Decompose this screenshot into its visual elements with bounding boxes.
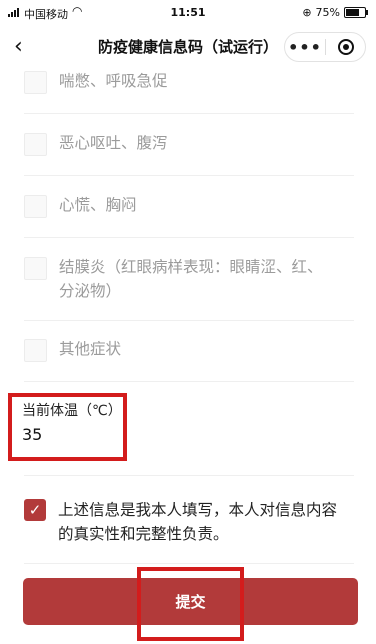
symptom-label: 心慌、胸闷 [59,196,137,214]
checkbox-unchecked[interactable] [24,257,47,280]
symptom-option-breathing[interactable]: 喘憋、呼吸急促 [24,71,344,94]
checkbox-checked-icon[interactable]: ✓ [24,499,46,521]
battery-icon [344,7,368,18]
nav-bar: ‹ 防疫健康信息码（试运行） ••• [0,28,376,64]
divider [24,175,354,176]
divider [24,381,354,382]
more-icon[interactable]: ••• [285,38,325,57]
checkbox-unchecked[interactable] [24,195,47,218]
lock-rotation-icon: ⊕ [302,6,312,19]
agreement-option[interactable]: ✓ 上述信息是我本人填写，本人对信息内容的真实性和完整性负责。 [24,498,343,546]
symptom-option-conjunctivitis[interactable]: 结膜炎（红眼病样表现：眼睛涩、红、分泌物） [24,257,324,303]
checkbox-unchecked[interactable] [24,339,47,362]
agreement-text: 上述信息是我本人填写，本人对信息内容的真实性和完整性负责。 [58,501,338,543]
close-mini-program-icon[interactable] [326,39,365,55]
symptom-option-nausea[interactable]: 恶心呕吐、腹泻 [24,133,344,156]
symptom-option-other[interactable]: 其他症状 [24,339,344,362]
symptom-label: 结膜炎（红眼病样表现：眼睛涩、红、分泌物） [59,258,323,300]
divider [24,563,354,564]
divider [24,475,354,476]
symptom-label: 恶心呕吐、腹泻 [59,134,168,152]
annotation-highlight-box [8,393,127,461]
status-bar: 中国移动 ◠ 11:51 ⊕ 75% [0,0,376,28]
divider [24,320,354,321]
symptom-label: 其他症状 [59,340,122,358]
checkbox-unchecked[interactable] [24,133,47,156]
mini-program-capsule: ••• [284,32,366,62]
annotation-highlight-box [137,567,244,641]
symptom-option-palpitation[interactable]: 心慌、胸闷 [24,195,344,218]
battery-percent: 75% [315,6,340,19]
divider [24,237,354,238]
symptom-label: 喘憋、呼吸急促 [59,72,168,90]
checkbox-unchecked[interactable] [24,71,47,94]
divider [24,113,354,114]
